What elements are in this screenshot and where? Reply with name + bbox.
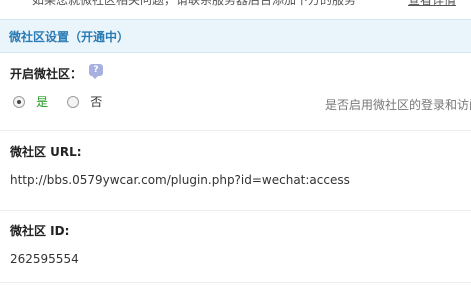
id-label: 微社区 ID:: [10, 224, 70, 238]
section-header: 微社区设置（开通中）: [0, 19, 471, 53]
url-value: http://bbs.0579ywcar.com/plugin.php?id=w…: [10, 173, 350, 187]
radio-yes-circle[interactable]: [13, 95, 25, 108]
divider: [0, 282, 471, 283]
divider: [0, 130, 471, 131]
radio-no-label: 否: [90, 95, 103, 109]
radio-yes-label: 是: [36, 95, 49, 109]
radio-no-circle[interactable]: [67, 95, 80, 108]
enable-radio-group: 是 否: [13, 91, 116, 109]
section-title: 微社区设置（开通中）: [9, 30, 130, 44]
top-notice-link[interactable]: 查看详情: [408, 0, 456, 8]
enable-description: 是否启用微社区的登录和访问: [325, 98, 471, 112]
top-notice-text: 如果您就微社区相关问题，请联系服务器后台添加下方的服务: [32, 0, 357, 7]
divider: [0, 210, 471, 211]
url-label: 微社区 URL:: [10, 145, 82, 159]
help-icon[interactable]: ?: [89, 64, 103, 79]
enable-label: 开启微社区：: [10, 67, 83, 81]
radio-yes[interactable]: 是: [13, 91, 48, 110]
top-notice-strip: 如果您就微社区相关问题，请联系服务器后台添加下方的服务 查看详情: [0, 0, 471, 10]
id-value: 262595554: [10, 252, 79, 266]
radio-no[interactable]: 否: [67, 91, 102, 110]
